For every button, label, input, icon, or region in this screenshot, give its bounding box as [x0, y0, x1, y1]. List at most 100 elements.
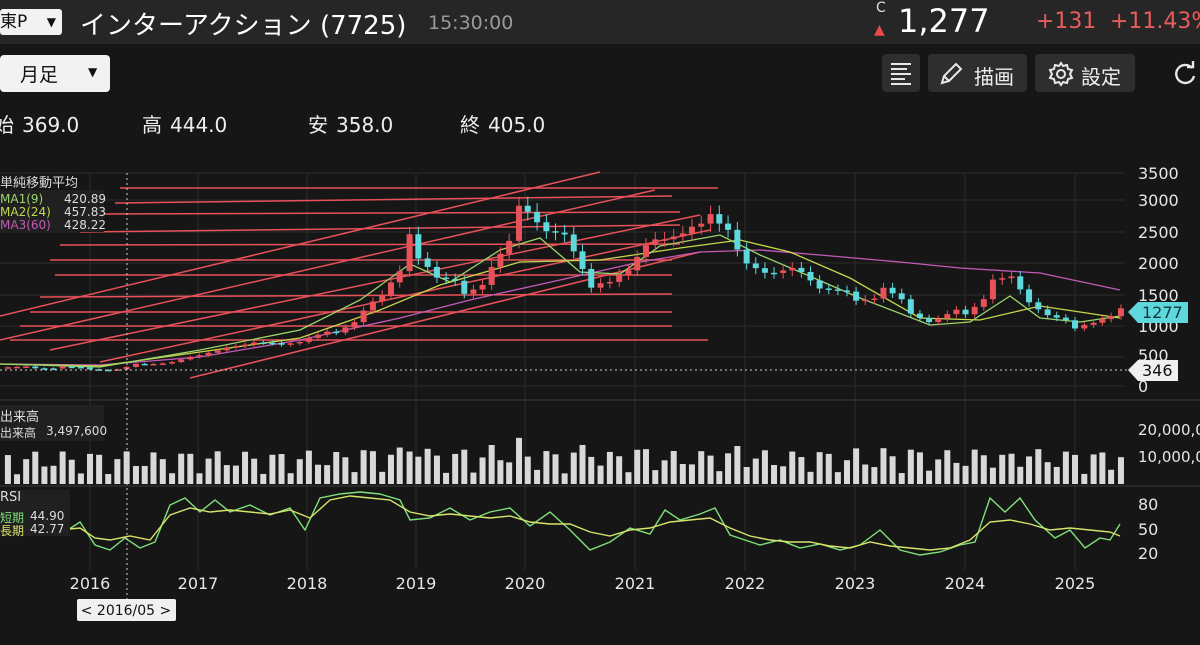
candle-body — [843, 290, 850, 292]
ohlc-high: 高 444.0 — [142, 109, 227, 138]
candle-body — [433, 266, 440, 278]
volume-bar — [1099, 452, 1106, 484]
volume-bar — [716, 471, 723, 484]
rsi-axis-label: 50 — [1138, 520, 1158, 539]
candle-body — [1026, 289, 1033, 303]
candle-body — [1072, 320, 1078, 329]
draw-button[interactable]: 描画 — [928, 54, 1027, 92]
volume-bar — [1090, 454, 1097, 484]
volume-bar — [50, 465, 57, 484]
volume-bar — [579, 444, 586, 484]
volume-bar — [379, 471, 386, 484]
volume-bar — [479, 457, 486, 484]
candle-body — [278, 342, 285, 345]
ohlc-close-value: 405.0 — [488, 113, 546, 137]
candle-body — [242, 344, 249, 347]
volume-bar — [114, 459, 121, 484]
volume-bar — [516, 437, 523, 484]
candle-body — [798, 267, 805, 273]
candle-body — [962, 309, 969, 315]
volume-bar — [889, 456, 896, 484]
ohlc-open-value: 369.0 — [22, 113, 80, 137]
candle-body — [360, 310, 367, 323]
volume-bars — [4, 437, 1124, 484]
rsi-axis: 80 50 20 — [1138, 495, 1158, 563]
volume-bar — [989, 467, 996, 484]
price-axis-label: 2500 — [1138, 223, 1179, 242]
volume-bar — [506, 462, 513, 484]
x-axis-label: 2022 — [725, 574, 766, 593]
volume-bar — [187, 453, 194, 484]
ohlc-open: 始 369.0 — [0, 109, 79, 138]
volume-axis: 20,000,000 10,000,000 — [1138, 421, 1200, 466]
volume-bar — [524, 456, 531, 484]
up-arrow-icon: ▲ — [874, 22, 885, 38]
volume-bar — [825, 453, 832, 484]
volume-bar — [452, 453, 459, 484]
volume-bar — [725, 453, 732, 484]
list-icon — [891, 63, 911, 85]
volume-bar — [999, 454, 1006, 484]
candle-body — [178, 359, 185, 363]
volume-bar — [625, 472, 632, 484]
svg-text:346: 346 — [1142, 361, 1173, 380]
volume-bar — [1108, 469, 1115, 484]
volume-bar — [59, 451, 66, 484]
volume-bar — [1026, 456, 1033, 484]
period-label: 月足 — [20, 64, 59, 86]
settings-button[interactable]: 設定 — [1035, 54, 1135, 92]
candle-body — [926, 317, 933, 323]
volume-bar — [333, 451, 340, 484]
stock-title: インターアクション (7725) — [80, 5, 406, 42]
candle-body — [470, 289, 477, 294]
volume-bar — [169, 473, 176, 484]
candle-body — [369, 301, 376, 311]
volume-bar — [287, 473, 294, 484]
volume-bar — [269, 454, 276, 484]
candle-body — [132, 363, 139, 367]
candle-body — [853, 291, 860, 301]
period-selector[interactable]: 月足 ▼ — [0, 55, 110, 92]
volume-bar — [843, 460, 850, 484]
volume-bar — [707, 455, 714, 484]
candle-body — [479, 284, 486, 290]
volume-bar — [132, 466, 139, 484]
market-selector[interactable]: 東P ▼ — [0, 9, 62, 35]
chart-list-button[interactable] — [882, 54, 920, 92]
candle-body — [898, 293, 905, 300]
volume-bar — [606, 451, 613, 484]
volume-bar — [807, 471, 814, 484]
stock-chart[interactable]: 3500 3000 2500 2000 1500 1000 500 0 1277… — [0, 160, 1200, 645]
volume-bar — [853, 448, 860, 484]
volume-bar — [944, 450, 951, 484]
volume-bar — [642, 449, 649, 484]
candle-body — [443, 277, 450, 280]
candle-body — [205, 352, 212, 356]
x-axis-label: 2024 — [945, 574, 986, 593]
volume-bar — [296, 459, 303, 484]
volume-bar — [424, 448, 431, 484]
refresh-icon[interactable] — [1172, 60, 1198, 88]
ohlc-close: 終 405.0 — [460, 109, 545, 138]
volume-axis-label: 20,000,000 — [1138, 421, 1200, 439]
candle-body — [169, 362, 176, 364]
volume-bar — [980, 455, 987, 484]
candle-body — [889, 287, 896, 294]
volume-bar — [223, 465, 230, 484]
candle-body — [4, 367, 11, 369]
candle-body — [916, 313, 923, 318]
x-axis-label: 2018 — [287, 574, 328, 593]
candle-body — [1035, 302, 1042, 310]
candle-body — [59, 366, 66, 369]
volume-bar — [4, 455, 11, 484]
volume-bar — [1062, 451, 1069, 484]
candle-body — [1062, 317, 1069, 321]
candle-body — [324, 331, 331, 335]
candle-body — [670, 236, 677, 240]
candle-body — [935, 318, 942, 323]
candle-body — [597, 283, 604, 288]
crosshair-price-badge: 346 — [1128, 360, 1178, 381]
candle-body — [32, 366, 39, 369]
candle-body — [989, 279, 996, 300]
ma3-label: MA3(60) — [0, 218, 51, 232]
